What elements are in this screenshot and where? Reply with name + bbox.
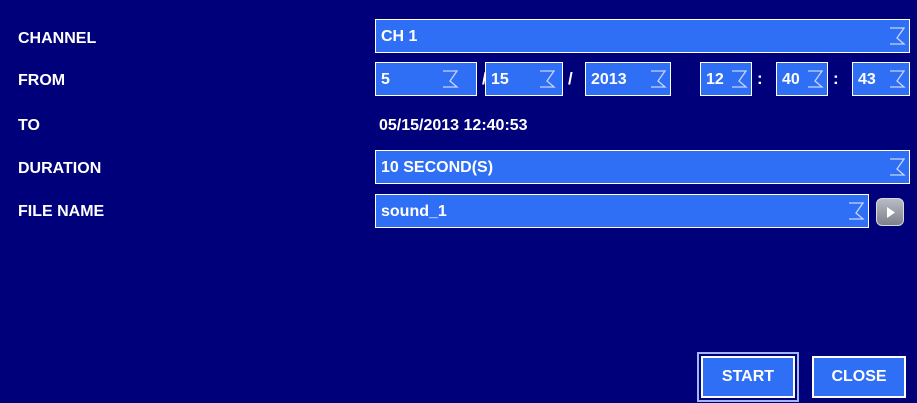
close-button[interactable]: CLOSE: [812, 356, 906, 398]
backup-audio-dialog: CHANNEL CH 1 FROM 5 / 15 / 2013 12 : 40: [0, 0, 917, 403]
duration-label: DURATION: [18, 160, 102, 177]
file-name-value: sound_1: [381, 203, 447, 220]
dropdown-arrow-icon[interactable]: [888, 156, 906, 178]
from-minute-value: 40: [782, 71, 800, 88]
play-button[interactable]: [876, 198, 904, 226]
from-hour-select[interactable]: 12: [700, 62, 752, 96]
start-button[interactable]: START: [697, 352, 799, 402]
to-label: TO: [18, 117, 40, 134]
from-day-select[interactable]: 15: [485, 62, 563, 96]
from-second-value: 43: [858, 71, 876, 88]
from-day-value: 15: [491, 71, 509, 88]
channel-select[interactable]: CH 1: [375, 19, 910, 53]
to-value: 05/15/2013 12:40:53: [379, 117, 528, 134]
dropdown-arrow-icon[interactable]: [847, 200, 865, 222]
dropdown-arrow-icon[interactable]: [649, 68, 667, 90]
duration-select[interactable]: 10 SECOND(S): [375, 150, 910, 184]
from-year-select[interactable]: 2013: [585, 62, 671, 96]
from-year-value: 2013: [591, 71, 627, 88]
time-separator: :: [757, 69, 763, 88]
from-hour-value: 12: [706, 71, 724, 88]
dropdown-arrow-icon[interactable]: [888, 25, 906, 47]
dropdown-arrow-icon[interactable]: [441, 68, 459, 90]
from-label: FROM: [18, 72, 66, 89]
channel-label: CHANNEL: [18, 30, 97, 47]
play-icon: [887, 207, 895, 218]
from-month-value: 5: [381, 71, 390, 88]
duration-value: 10 SECOND(S): [381, 159, 494, 176]
time-separator: :: [833, 69, 839, 88]
dropdown-arrow-icon[interactable]: [538, 68, 556, 90]
from-month-select[interactable]: 5: [375, 62, 477, 96]
file-name-label: FILE NAME: [18, 203, 105, 220]
dropdown-arrow-icon[interactable]: [730, 68, 748, 90]
dropdown-arrow-icon[interactable]: [806, 68, 824, 90]
from-second-select[interactable]: 43: [852, 62, 910, 96]
from-minute-select[interactable]: 40: [776, 62, 828, 96]
date-separator: /: [568, 69, 573, 88]
file-name-select[interactable]: sound_1: [375, 194, 869, 228]
channel-value: CH 1: [381, 28, 418, 45]
dropdown-arrow-icon[interactable]: [888, 68, 906, 90]
